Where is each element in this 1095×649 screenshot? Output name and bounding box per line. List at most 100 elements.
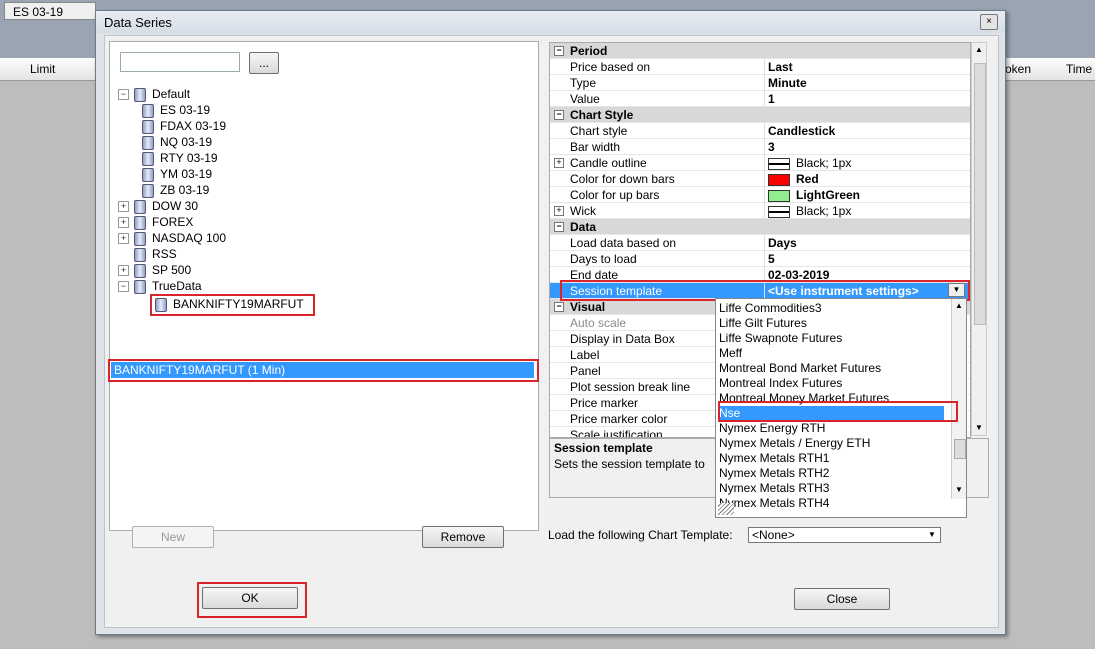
prop-load-based-on[interactable]: Load data based on Days (550, 235, 970, 251)
candle-outline-value[interactable]: Black; 1px (764, 155, 970, 171)
scroll-up-icon[interactable]: ▲ (975, 45, 983, 54)
collapse-icon[interactable]: − (554, 46, 564, 56)
dropdown-option[interactable]: Nymex Metals RTH3 (719, 481, 944, 496)
collapse-icon[interactable]: − (554, 302, 564, 312)
prop-wick[interactable]: + Wick Black; 1px (550, 203, 970, 219)
tree-node-banknifty[interactable]: BANKNIFTY19MARFUT (150, 294, 315, 316)
collapse-icon[interactable]: − (554, 222, 564, 232)
database-icon (134, 247, 146, 262)
prop-days-to-load[interactable]: Days to load 5 (550, 251, 970, 267)
dropdown-option[interactable]: Liffe Commodities3 (719, 301, 944, 316)
dropdown-option[interactable]: Nymex Metals RTH1 (719, 451, 944, 466)
scroll-thumb[interactable] (974, 63, 986, 325)
chart-template-select[interactable]: <None> ▼ (748, 527, 941, 543)
tree-node-truedata[interactable]: − TrueData (118, 278, 418, 294)
tree-node-instrument[interactable]: YM 03-19 (142, 166, 418, 182)
scroll-up-icon[interactable]: ▲ (955, 301, 963, 310)
dropdown-option[interactable]: Montreal Bond Market Futures (719, 361, 944, 376)
green-swatch-icon (768, 189, 790, 202)
dropdown-option[interactable]: Meff (719, 346, 944, 361)
dropdown-option[interactable]: Nymex Metals / Energy ETH (719, 436, 944, 451)
expand-icon[interactable]: + (554, 206, 564, 216)
data-series-dialog: Data Series × ... − Default ES 03-19 FDAX … (95, 10, 1006, 635)
tree-node-nasdaq[interactable]: + NASDAQ 100 (118, 230, 418, 246)
selected-series-row[interactable]: BANKNIFTY19MARFUT (1 Min) (111, 362, 534, 378)
nse-highlight (718, 401, 958, 422)
tree-node-rss[interactable]: RSS (118, 246, 418, 262)
tree-node-default[interactable]: − Default (118, 86, 418, 102)
expand-icon[interactable]: + (118, 233, 129, 245)
tree-node-sp500[interactable]: + SP 500 (118, 262, 418, 278)
instrument-tab[interactable]: ES 03-19 (4, 2, 96, 20)
wick-value[interactable]: Black; 1px (764, 203, 970, 219)
tree-node-instrument[interactable]: RTY 03-19 (142, 150, 418, 166)
prop-price-based-on[interactable]: Price based on Last (550, 59, 970, 75)
dropdown-option[interactable]: Liffe Gilt Futures (719, 316, 944, 331)
column-time[interactable]: Time (1066, 58, 1092, 80)
category-period[interactable]: − Period (550, 43, 970, 59)
instrument-tree: − Default ES 03-19 FDAX 03-19 NQ 03-19 RTY 0… (118, 86, 418, 316)
tree-node-forex[interactable]: + FOREX (118, 214, 418, 230)
tree-node-dow[interactable]: + DOW 30 (118, 198, 418, 214)
database-icon (142, 119, 154, 134)
close-button[interactable]: Close (794, 588, 890, 610)
browse-button[interactable]: ... (249, 52, 279, 74)
dropdown-option[interactable]: Nymex Energy RTH (719, 421, 944, 436)
line-swatch-icon (768, 205, 790, 218)
column-token[interactable]: oken (1005, 58, 1031, 80)
column-limit[interactable]: Limit (30, 58, 55, 80)
database-icon (134, 87, 146, 102)
tree-node-instrument[interactable]: NQ 03-19 (142, 134, 418, 150)
tree-node-instrument[interactable]: ZB 03-19 (142, 182, 418, 198)
dropdown-option[interactable]: Montreal Index Futures (719, 376, 944, 391)
property-grid-scrollbar[interactable]: ▲ ▼ (971, 42, 987, 436)
expand-icon[interactable]: + (118, 217, 129, 229)
dropdown-option[interactable]: Nymex Metals RTH2 (719, 466, 944, 481)
prop-candle-outline[interactable]: + Candle outline Black; 1px (550, 155, 970, 171)
prop-chart-style[interactable]: Chart style Candlestick (550, 123, 970, 139)
expand-icon[interactable]: + (118, 265, 129, 277)
collapse-icon[interactable]: − (554, 110, 564, 120)
chart-template-label: Load the following Chart Template: (548, 528, 733, 542)
prop-bar-width[interactable]: Bar width 3 (550, 139, 970, 155)
dialog-client: ... − Default ES 03-19 FDAX 03-19 NQ 03-19 R… (104, 35, 999, 628)
collapse-icon[interactable]: − (118, 281, 129, 293)
chevron-down-icon[interactable]: ▼ (948, 283, 965, 297)
line-swatch-icon (768, 157, 790, 170)
expand-icon[interactable]: + (554, 158, 564, 168)
prop-up-color[interactable]: Color for up bars LightGreen (550, 187, 970, 203)
scroll-thumb[interactable] (954, 439, 966, 459)
database-icon (134, 263, 146, 278)
scroll-down-icon[interactable]: ▼ (975, 423, 983, 432)
up-color-value[interactable]: LightGreen (764, 187, 970, 203)
category-data[interactable]: − Data (550, 219, 970, 235)
prop-type[interactable]: Type Minute (550, 75, 970, 91)
default-children: ES 03-19 FDAX 03-19 NQ 03-19 RTY 03-19 YM 03… (142, 102, 418, 198)
tree-node-instrument[interactable]: ES 03-19 (142, 102, 418, 118)
chevron-down-icon[interactable]: ▼ (925, 529, 939, 541)
tree-node-instrument[interactable]: FDAX 03-19 (142, 118, 418, 134)
collapse-icon[interactable]: − (118, 89, 129, 101)
expand-icon[interactable]: + (118, 201, 129, 213)
down-color-value[interactable]: Red (764, 171, 970, 187)
database-icon (134, 199, 146, 214)
new-button[interactable]: New (132, 526, 214, 548)
database-icon (142, 183, 154, 198)
resize-grip-icon[interactable] (718, 503, 734, 515)
ok-button[interactable]: OK (202, 587, 298, 609)
prop-value[interactable]: Value 1 (550, 91, 970, 107)
prop-down-color[interactable]: Color for down bars Red (550, 171, 970, 187)
database-icon (142, 151, 154, 166)
database-icon (134, 231, 146, 246)
search-input[interactable] (120, 52, 240, 72)
dropdown-scrollbar[interactable]: ▲ ▼ (951, 299, 966, 499)
dialog-titlebar[interactable]: Data Series × (96, 11, 1005, 33)
instrument-panel: ... − Default ES 03-19 FDAX 03-19 NQ 03-19 R… (108, 41, 539, 531)
dropdown-option[interactable]: Nymex Metals RTH4 (719, 496, 944, 511)
database-icon (142, 135, 154, 150)
dialog-close-icon[interactable]: × (980, 14, 998, 30)
category-chart-style[interactable]: − Chart Style (550, 107, 970, 123)
remove-button[interactable]: Remove (422, 526, 504, 548)
scroll-down-icon[interactable]: ▼ (955, 485, 963, 494)
dropdown-option[interactable]: Liffe Swapnote Futures (719, 331, 944, 346)
